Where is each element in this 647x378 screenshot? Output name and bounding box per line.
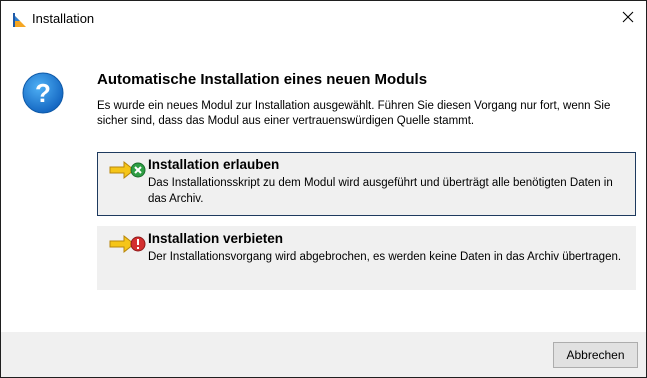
allow-option-description: Das Installationsskript zu dem Modul wir… xyxy=(148,177,613,205)
dialog-content: ? Automatische Installation eines neuen … xyxy=(1,37,646,332)
allow-arrow-check-icon xyxy=(108,159,148,181)
deny-option-description: Der Installationsvorgang wird abgebroche… xyxy=(148,251,622,263)
allow-installation-option[interactable]: Installation erlauben Das Installationss… xyxy=(97,152,636,216)
cancel-button[interactable]: Abbrechen xyxy=(553,342,638,368)
deny-installation-option[interactable]: Installation verbieten Der Installations… xyxy=(97,226,636,290)
dialog-description: Es wurde ein neues Modul zur Installatio… xyxy=(97,100,611,127)
window-title: Installation xyxy=(32,11,95,26)
close-icon xyxy=(622,10,634,28)
deny-option-title: Installation verbieten xyxy=(148,231,284,246)
close-button[interactable] xyxy=(610,1,646,37)
svg-text:?: ? xyxy=(35,78,51,108)
allow-option-title: Installation erlauben xyxy=(148,157,280,172)
title-bar: Installation xyxy=(1,1,646,37)
dialog-heading: Automatische Installation eines neuen Mo… xyxy=(97,71,428,88)
installation-app-icon xyxy=(12,12,28,28)
question-icon: ? xyxy=(22,72,64,114)
installation-dialog: Installation ? Automatische Installation… xyxy=(0,0,647,378)
deny-arrow-stop-icon xyxy=(108,233,148,255)
